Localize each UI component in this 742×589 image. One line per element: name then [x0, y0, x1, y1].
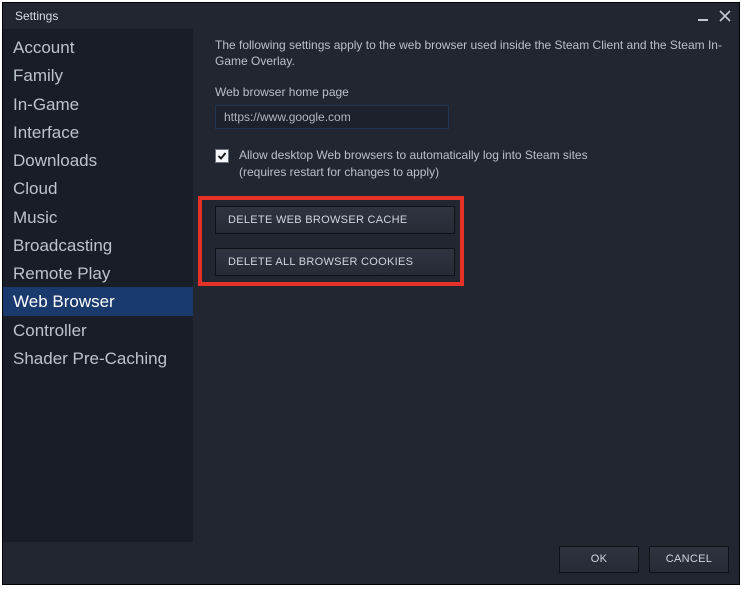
checkmark-icon [217, 151, 227, 161]
sidebar-item-broadcasting[interactable]: Broadcasting [3, 231, 193, 259]
sidebar-item-interface[interactable]: Interface [3, 118, 193, 146]
cancel-button[interactable]: CANCEL [649, 546, 729, 573]
delete-cache-label: DELETE WEB BROWSER CACHE [228, 214, 408, 226]
close-button[interactable] [719, 10, 731, 22]
sidebar-item-downloads[interactable]: Downloads [3, 146, 193, 174]
settings-window: Settings AccountFamilyIn-GameInterfaceDo… [2, 2, 740, 585]
cancel-label: CANCEL [666, 553, 712, 565]
dialog-footer: OK CANCEL [3, 542, 739, 584]
homepage-label: Web browser home page [215, 85, 723, 99]
delete-cache-button[interactable]: DELETE WEB BROWSER CACHE [215, 206, 455, 234]
delete-cookies-label: DELETE ALL BROWSER COOKIES [228, 256, 413, 268]
sidebar-item-music[interactable]: Music [3, 203, 193, 231]
sidebar-item-remote-play[interactable]: Remote Play [3, 259, 193, 287]
window-controls [697, 10, 731, 22]
sidebar-item-controller[interactable]: Controller [3, 316, 193, 344]
minimize-button[interactable] [697, 10, 709, 22]
content-description: The following settings apply to the web … [215, 37, 723, 69]
sidebar-item-shader-pre-caching[interactable]: Shader Pre-Caching [3, 344, 193, 372]
sidebar-item-web-browser[interactable]: Web Browser [3, 287, 193, 315]
window-title: Settings [15, 9, 58, 23]
sidebar-item-account[interactable]: Account [3, 33, 193, 61]
sidebar-item-in-game[interactable]: In-Game [3, 90, 193, 118]
titlebar: Settings [3, 3, 739, 29]
auto-login-label: Allow desktop Web browsers to automatica… [239, 147, 588, 179]
settings-content: The following settings apply to the web … [193, 29, 739, 542]
homepage-input[interactable] [215, 105, 449, 129]
ok-label: OK [591, 553, 608, 565]
sidebar-item-cloud[interactable]: Cloud [3, 174, 193, 202]
auto-login-checkbox[interactable] [215, 149, 229, 163]
sidebar-item-family[interactable]: Family [3, 61, 193, 89]
delete-cookies-button[interactable]: DELETE ALL BROWSER COOKIES [215, 248, 455, 276]
settings-sidebar: AccountFamilyIn-GameInterfaceDownloadsCl… [3, 29, 193, 542]
ok-button[interactable]: OK [559, 546, 639, 573]
